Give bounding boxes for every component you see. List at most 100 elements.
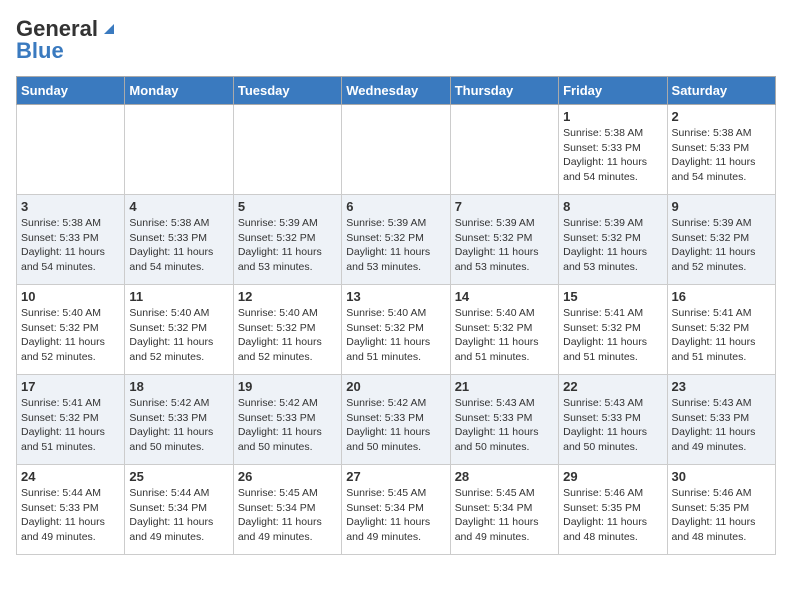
calendar-cell: 27 Sunrise: 5:45 AMSunset: 5:34 PMDayligh… — [342, 465, 450, 555]
calendar-cell: 22 Sunrise: 5:43 AMSunset: 5:33 PMDayligh… — [559, 375, 667, 465]
calendar-cell: 23 Sunrise: 5:43 AMSunset: 5:33 PMDayligh… — [667, 375, 775, 465]
day-info: Sunrise: 5:45 AMSunset: 5:34 PMDaylight:… — [455, 486, 554, 545]
day-number: 8 — [563, 199, 662, 214]
day-info: Sunrise: 5:42 AMSunset: 5:33 PMDaylight:… — [238, 396, 337, 455]
day-info: Sunrise: 5:46 AMSunset: 5:35 PMDaylight:… — [563, 486, 662, 545]
day-info: Sunrise: 5:43 AMSunset: 5:33 PMDaylight:… — [455, 396, 554, 455]
day-number: 23 — [672, 379, 771, 394]
day-number: 10 — [21, 289, 120, 304]
day-number: 6 — [346, 199, 445, 214]
calendar-table: SundayMondayTuesdayWednesdayThursdayFrid… — [16, 76, 776, 555]
calendar-week-row: 17Sunrise: 5:41 AMSunset: 5:32 PMDayligh… — [17, 375, 776, 465]
calendar-week-row: 3 Sunrise: 5:38 AMSunset: 5:33 PMDaylight… — [17, 195, 776, 285]
day-number: 27 — [346, 469, 445, 484]
header-day: Friday — [559, 77, 667, 105]
calendar-cell: 26 Sunrise: 5:45 AMSunset: 5:34 PMDayligh… — [233, 465, 341, 555]
calendar-cell: 24 Sunrise: 5:44 AMSunset: 5:33 PMDayligh… — [17, 465, 125, 555]
day-number: 9 — [672, 199, 771, 214]
calendar-cell: 18 Sunrise: 5:42 AMSunset: 5:33 PMDayligh… — [125, 375, 233, 465]
day-number: 16 — [672, 289, 771, 304]
calendar-cell: 6 Sunrise: 5:39 AMSunset: 5:32 PMDaylight… — [342, 195, 450, 285]
day-info: Sunrise: 5:43 AMSunset: 5:33 PMDaylight:… — [672, 396, 771, 455]
calendar-cell: 30 Sunrise: 5:46 AMSunset: 5:35 PMDayligh… — [667, 465, 775, 555]
day-info: Sunrise: 5:46 AMSunset: 5:35 PMDaylight:… — [672, 486, 771, 545]
calendar-cell: 2Sunrise: 5:38 AMSunset: 5:33 PMDaylight… — [667, 105, 775, 195]
day-info: Sunrise: 5:41 AMSunset: 5:32 PMDaylight:… — [672, 306, 771, 365]
calendar-cell: 8 Sunrise: 5:39 AMSunset: 5:32 PMDaylight… — [559, 195, 667, 285]
day-number: 15 — [563, 289, 662, 304]
day-info: Sunrise: 5:45 AMSunset: 5:34 PMDaylight:… — [346, 486, 445, 545]
calendar-cell: 12Sunrise: 5:40 AMSunset: 5:32 PMDayligh… — [233, 285, 341, 375]
calendar-cell: 16 Sunrise: 5:41 AMSunset: 5:32 PMDayligh… — [667, 285, 775, 375]
day-info: Sunrise: 5:41 AMSunset: 5:32 PMDaylight:… — [563, 306, 662, 365]
day-info: Sunrise: 5:40 AMSunset: 5:32 PMDaylight:… — [129, 306, 228, 365]
header-day: Tuesday — [233, 77, 341, 105]
day-info: Sunrise: 5:39 AMSunset: 5:32 PMDaylight:… — [672, 216, 771, 275]
logo-blue: Blue — [16, 38, 64, 64]
day-number: 7 — [455, 199, 554, 214]
calendar-cell: 20 Sunrise: 5:42 AMSunset: 5:33 PMDayligh… — [342, 375, 450, 465]
calendar-cell: 7 Sunrise: 5:39 AMSunset: 5:32 PMDaylight… — [450, 195, 558, 285]
calendar-cell: 9 Sunrise: 5:39 AMSunset: 5:32 PMDaylight… — [667, 195, 775, 285]
calendar-cell: 28 Sunrise: 5:45 AMSunset: 5:34 PMDayligh… — [450, 465, 558, 555]
day-info: Sunrise: 5:41 AMSunset: 5:32 PMDaylight:… — [21, 396, 120, 455]
day-number: 24 — [21, 469, 120, 484]
day-number: 29 — [563, 469, 662, 484]
calendar-cell: 17Sunrise: 5:41 AMSunset: 5:32 PMDayligh… — [17, 375, 125, 465]
calendar-cell: 13Sunrise: 5:40 AMSunset: 5:32 PMDayligh… — [342, 285, 450, 375]
day-info: Sunrise: 5:38 AMSunset: 5:33 PMDaylight:… — [563, 126, 662, 185]
calendar-cell: 19 Sunrise: 5:42 AMSunset: 5:33 PMDayligh… — [233, 375, 341, 465]
calendar-cell — [17, 105, 125, 195]
header-day: Sunday — [17, 77, 125, 105]
calendar-cell: 14 Sunrise: 5:40 AMSunset: 5:32 PMDayligh… — [450, 285, 558, 375]
calendar-cell: 10 Sunrise: 5:40 AMSunset: 5:32 PMDayligh… — [17, 285, 125, 375]
page-header: General Blue — [16, 16, 776, 64]
calendar-cell: 29 Sunrise: 5:46 AMSunset: 5:35 PMDayligh… — [559, 465, 667, 555]
calendar-header: SundayMondayTuesdayWednesdayThursdayFrid… — [17, 77, 776, 105]
calendar-cell: 25 Sunrise: 5:44 AMSunset: 5:34 PMDayligh… — [125, 465, 233, 555]
day-info: Sunrise: 5:44 AMSunset: 5:33 PMDaylight:… — [21, 486, 120, 545]
day-number: 21 — [455, 379, 554, 394]
calendar-body: 1 Sunrise: 5:38 AMSunset: 5:33 PMDaylight… — [17, 105, 776, 555]
day-number: 3 — [21, 199, 120, 214]
day-info: Sunrise: 5:40 AMSunset: 5:32 PMDaylight:… — [238, 306, 337, 365]
calendar-cell: 21 Sunrise: 5:43 AMSunset: 5:33 PMDayligh… — [450, 375, 558, 465]
logo-arrow-icon — [100, 20, 118, 38]
calendar-cell: 4Sunrise: 5:38 AMSunset: 5:33 PMDaylight… — [125, 195, 233, 285]
calendar-week-row: 10 Sunrise: 5:40 AMSunset: 5:32 PMDayligh… — [17, 285, 776, 375]
logo: General Blue — [16, 16, 118, 64]
day-number: 22 — [563, 379, 662, 394]
day-number: 25 — [129, 469, 228, 484]
day-number: 14 — [455, 289, 554, 304]
day-info: Sunrise: 5:38 AMSunset: 5:33 PMDaylight:… — [21, 216, 120, 275]
day-info: Sunrise: 5:40 AMSunset: 5:32 PMDaylight:… — [21, 306, 120, 365]
day-info: Sunrise: 5:39 AMSunset: 5:32 PMDaylight:… — [563, 216, 662, 275]
day-info: Sunrise: 5:45 AMSunset: 5:34 PMDaylight:… — [238, 486, 337, 545]
day-number: 26 — [238, 469, 337, 484]
day-info: Sunrise: 5:40 AMSunset: 5:32 PMDaylight:… — [346, 306, 445, 365]
calendar-cell: 1 Sunrise: 5:38 AMSunset: 5:33 PMDaylight… — [559, 105, 667, 195]
day-number: 1 — [563, 109, 662, 124]
day-number: 28 — [455, 469, 554, 484]
calendar-cell — [342, 105, 450, 195]
day-info: Sunrise: 5:42 AMSunset: 5:33 PMDaylight:… — [346, 396, 445, 455]
calendar-cell: 15 Sunrise: 5:41 AMSunset: 5:32 PMDayligh… — [559, 285, 667, 375]
day-info: Sunrise: 5:38 AMSunset: 5:33 PMDaylight:… — [129, 216, 228, 275]
day-number: 30 — [672, 469, 771, 484]
calendar-cell: 3 Sunrise: 5:38 AMSunset: 5:33 PMDaylight… — [17, 195, 125, 285]
day-number: 11 — [129, 289, 228, 304]
day-info: Sunrise: 5:38 AMSunset: 5:33 PMDaylight:… — [672, 126, 771, 185]
header-day: Wednesday — [342, 77, 450, 105]
day-number: 18 — [129, 379, 228, 394]
day-info: Sunrise: 5:39 AMSunset: 5:32 PMDaylight:… — [455, 216, 554, 275]
day-number: 20 — [346, 379, 445, 394]
day-info: Sunrise: 5:39 AMSunset: 5:32 PMDaylight:… — [346, 216, 445, 275]
day-info: Sunrise: 5:42 AMSunset: 5:33 PMDaylight:… — [129, 396, 228, 455]
day-number: 19 — [238, 379, 337, 394]
day-info: Sunrise: 5:44 AMSunset: 5:34 PMDaylight:… — [129, 486, 228, 545]
calendar-cell — [125, 105, 233, 195]
header-row: SundayMondayTuesdayWednesdayThursdayFrid… — [17, 77, 776, 105]
calendar-week-row: 24 Sunrise: 5:44 AMSunset: 5:33 PMDayligh… — [17, 465, 776, 555]
day-info: Sunrise: 5:40 AMSunset: 5:32 PMDaylight:… — [455, 306, 554, 365]
day-info: Sunrise: 5:43 AMSunset: 5:33 PMDaylight:… — [563, 396, 662, 455]
